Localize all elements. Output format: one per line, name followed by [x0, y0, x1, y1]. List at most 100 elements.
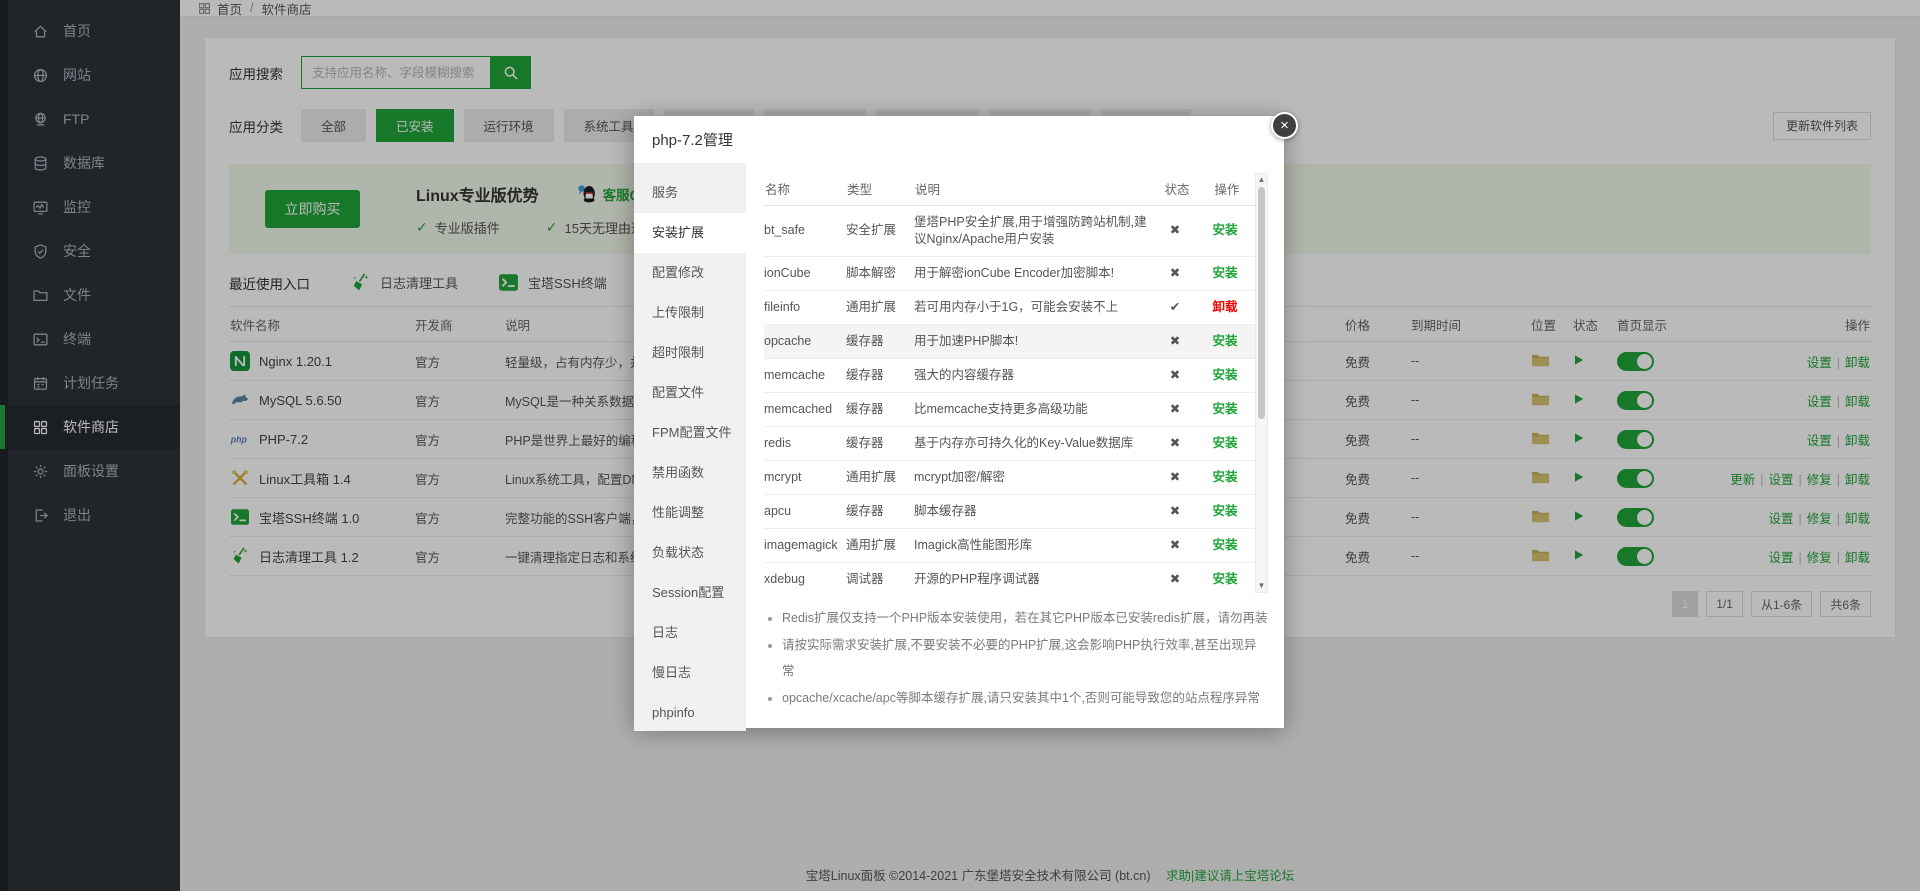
- not-installed-cross-icon: ✖: [1155, 528, 1199, 562]
- modal-menu-上传限制[interactable]: 上传限制: [634, 293, 746, 333]
- extension-name: xdebug: [764, 562, 846, 593]
- extension-name: fileinfo: [764, 290, 846, 324]
- ext-col-name: 名称: [764, 173, 846, 205]
- extension-action-安装[interactable]: 安装: [1212, 436, 1237, 450]
- modal-menu-配置修改[interactable]: 配置修改: [634, 253, 746, 293]
- extension-note: opcache/xcache/apc等脚本缓存扩展,请只安装其中1个,否则可能导…: [782, 685, 1268, 712]
- extension-table-header: 名称 类型 说明 状态 操作: [764, 173, 1255, 205]
- modal-title: php-7.2管理: [634, 116, 1284, 163]
- extension-name: imagemagick: [764, 528, 846, 562]
- modal-menu-负载状态[interactable]: 负载状态: [634, 533, 746, 573]
- modal-menu-配置文件[interactable]: 配置文件: [634, 373, 746, 413]
- extension-action-cell: 安装: [1199, 324, 1255, 358]
- modal-content: 名称 类型 说明 状态 操作 bt_safe安全扩展堡塔PHP安全扩展,用于增强…: [746, 163, 1284, 731]
- not-installed-cross-icon: ✖: [1155, 205, 1199, 256]
- extension-name: opcache: [764, 324, 846, 358]
- extension-description: 用于加速PHP脚本!: [914, 324, 1155, 358]
- extension-row-bt_safe: bt_safe安全扩展堡塔PHP安全扩展,用于增强防跨站机制,建议Nginx/A…: [764, 205, 1255, 256]
- modal-menu-禁用函数[interactable]: 禁用函数: [634, 453, 746, 493]
- extension-type: 缓存器: [846, 426, 914, 460]
- extension-name: memcached: [764, 392, 846, 426]
- php-manage-modal: × php-7.2管理 服务安装扩展配置修改上传限制超时限制配置文件FPM配置文…: [634, 116, 1284, 728]
- extension-action-安装[interactable]: 安装: [1212, 368, 1237, 382]
- not-installed-cross-icon: ✖: [1155, 494, 1199, 528]
- modal-menu-Session配置[interactable]: Session配置: [634, 573, 746, 613]
- extension-description: 用于解密ionCube Encoder加密脚本!: [914, 256, 1155, 290]
- extension-row-apcu: apcu缓存器脚本缓存器✖安装: [764, 494, 1255, 528]
- modal-menu-phpinfo[interactable]: phpinfo: [634, 693, 746, 733]
- extension-type: 调试器: [846, 562, 914, 593]
- not-installed-cross-icon: ✖: [1155, 460, 1199, 494]
- extension-action-cell: 安装: [1199, 528, 1255, 562]
- modal-menu-FPM配置文件[interactable]: FPM配置文件: [634, 413, 746, 453]
- extension-action-cell: 安装: [1199, 358, 1255, 392]
- not-installed-cross-icon: ✖: [1155, 324, 1199, 358]
- extension-action-安装[interactable]: 安装: [1212, 470, 1237, 484]
- extension-description: 强大的内容缓存器: [914, 358, 1155, 392]
- scroll-down-arrow[interactable]: ▼: [1256, 580, 1267, 592]
- extension-row-imagemagick: imagemagick通用扩展Imagick高性能图形库✖安装: [764, 528, 1255, 562]
- extension-type: 缓存器: [846, 358, 914, 392]
- extension-action-cell: 安装: [1199, 392, 1255, 426]
- modal-menu-服务[interactable]: 服务: [634, 173, 746, 213]
- extension-action-安装[interactable]: 安装: [1212, 334, 1237, 348]
- not-installed-cross-icon: ✖: [1155, 426, 1199, 460]
- extension-action-安装[interactable]: 安装: [1212, 266, 1237, 280]
- not-installed-cross-icon: ✖: [1155, 358, 1199, 392]
- extension-action-安装[interactable]: 安装: [1212, 538, 1237, 552]
- close-icon: ×: [1280, 118, 1289, 133]
- modal-side-menu: 服务安装扩展配置修改上传限制超时限制配置文件FPM配置文件禁用函数性能调整负载状…: [634, 163, 746, 731]
- scroll-thumb[interactable]: [1258, 187, 1265, 419]
- ext-col-description: 说明: [914, 173, 1155, 205]
- extension-action-安装[interactable]: 安装: [1212, 572, 1237, 586]
- extension-row-redis: redis缓存器基于内存亦可持久化的Key-Value数据库✖ 安装: [764, 426, 1255, 460]
- extension-description: 脚本缓存器: [914, 494, 1155, 528]
- extension-description: 堡塔PHP安全扩展,用于增强防跨站机制,建议Nginx/Apache用户安装: [914, 205, 1155, 256]
- extension-table-wrap: 名称 类型 说明 状态 操作 bt_safe安全扩展堡塔PHP安全扩展,用于增强…: [764, 173, 1268, 593]
- extension-scrollbar[interactable]: ▲ ▼: [1255, 173, 1268, 593]
- extension-name: bt_safe: [764, 205, 846, 256]
- extension-description: 若可用内存小于1G，可能会安装不上: [914, 290, 1155, 324]
- modal-menu-超时限制[interactable]: 超时限制: [634, 333, 746, 373]
- extension-name: redis: [764, 426, 846, 460]
- extension-action-cell: 安装: [1199, 494, 1255, 528]
- extension-name: apcu: [764, 494, 846, 528]
- extension-action-cell: 安装: [1199, 426, 1255, 460]
- extension-type: 缓存器: [846, 392, 914, 426]
- extension-row-xdebug: xdebug调试器开源的PHP程序调试器✖ 安装: [764, 562, 1255, 593]
- extension-description: 开源的PHP程序调试器: [914, 562, 1155, 593]
- extension-row-ionCube: ionCube脚本解密用于解密ionCube Encoder加密脚本!✖安装: [764, 256, 1255, 290]
- not-installed-cross-icon: ✖: [1155, 562, 1199, 593]
- extension-type: 通用扩展: [846, 528, 914, 562]
- extension-description: 比memcache支持更多高级功能: [914, 392, 1155, 426]
- modal-menu-日志[interactable]: 日志: [634, 613, 746, 653]
- not-installed-cross-icon: ✖: [1155, 256, 1199, 290]
- extension-type: 缓存器: [846, 324, 914, 358]
- extension-action-cell: 卸载: [1199, 290, 1255, 324]
- ext-col-type: 类型: [846, 173, 914, 205]
- extension-row-memcached: memcached缓存器比memcache支持更多高级功能✖安装: [764, 392, 1255, 426]
- extension-row-fileinfo: fileinfo通用扩展若可用内存小于1G，可能会安装不上✔卸载: [764, 290, 1255, 324]
- installed-check-icon: ✔: [1155, 290, 1199, 324]
- extension-row-memcache: memcache缓存器强大的内容缓存器✖安装: [764, 358, 1255, 392]
- extension-action-cell: 安装: [1199, 256, 1255, 290]
- ext-col-status: 状态: [1155, 173, 1199, 205]
- modal-menu-安装扩展[interactable]: 安装扩展: [634, 213, 746, 253]
- extension-action-安装[interactable]: 安装: [1212, 402, 1237, 416]
- modal-close-button[interactable]: ×: [1271, 112, 1298, 139]
- extension-description: 基于内存亦可持久化的Key-Value数据库: [914, 426, 1155, 460]
- modal-menu-慢日志[interactable]: 慢日志: [634, 653, 746, 693]
- extension-action-安装[interactable]: 安装: [1212, 504, 1237, 518]
- extension-description: mcrypt加密/解密: [914, 460, 1155, 494]
- extension-action-安装[interactable]: 安装: [1212, 223, 1237, 237]
- extension-note: Redis扩展仅支持一个PHP版本安装使用，若在其它PHP版本已安装redis扩…: [782, 605, 1268, 632]
- extension-notes: Redis扩展仅支持一个PHP版本安装使用，若在其它PHP版本已安装redis扩…: [768, 605, 1268, 711]
- extension-row-opcache: opcache缓存器用于加速PHP脚本!✖ 安装: [764, 324, 1255, 358]
- extension-action-cell: 安装: [1199, 562, 1255, 593]
- extension-action-cell: 安装: [1199, 205, 1255, 256]
- modal-menu-性能调整[interactable]: 性能调整: [634, 493, 746, 533]
- ext-col-action: 操作: [1199, 173, 1255, 205]
- extension-type: 通用扩展: [846, 460, 914, 494]
- extension-action-卸载[interactable]: 卸载: [1212, 300, 1237, 314]
- scroll-up-arrow[interactable]: ▲: [1256, 174, 1267, 186]
